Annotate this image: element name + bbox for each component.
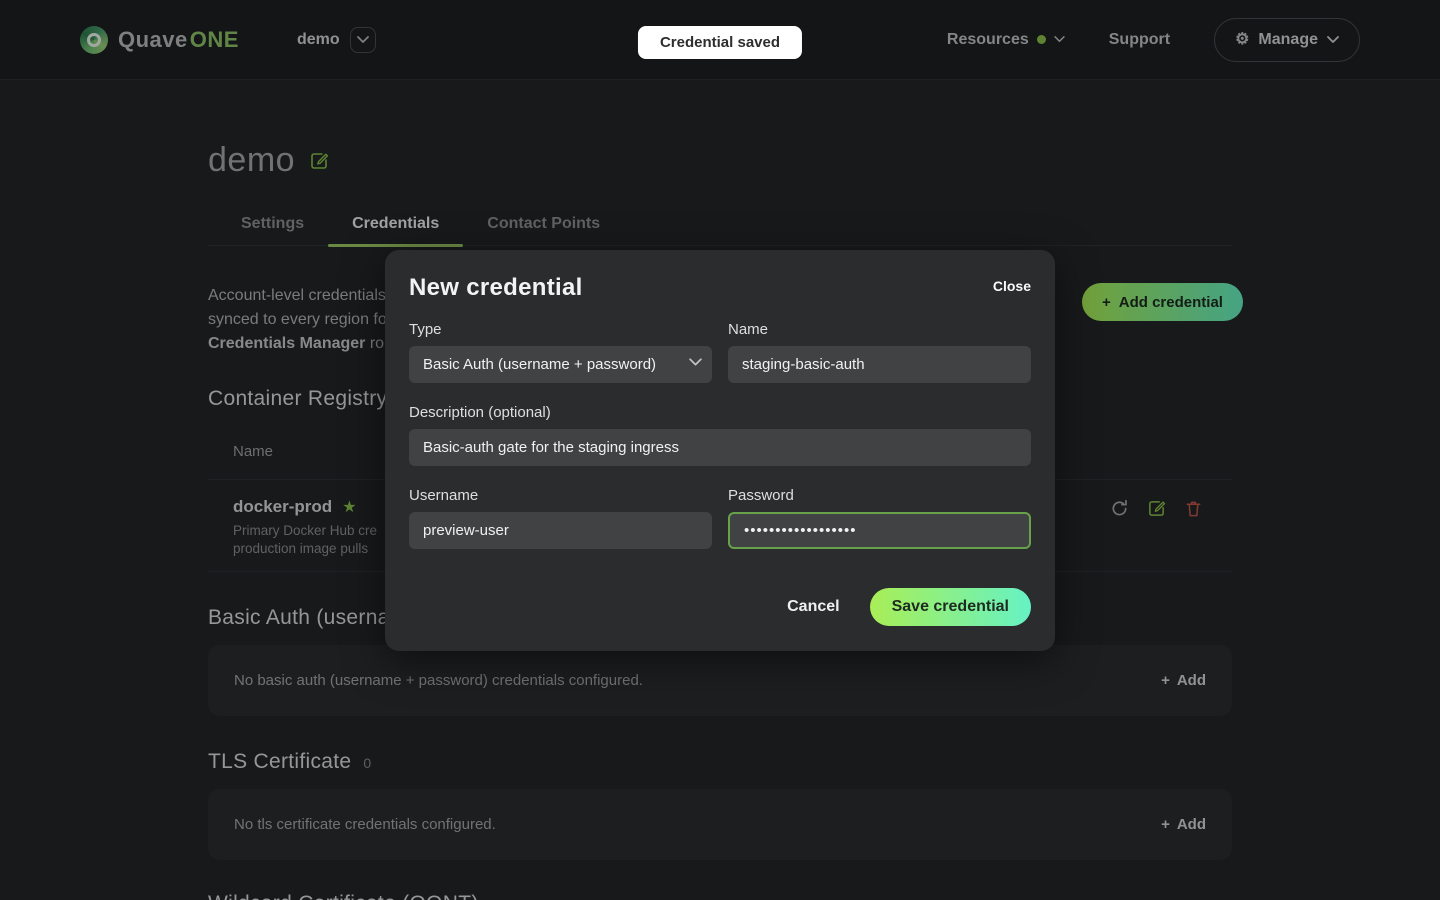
chevron-down-icon — [689, 358, 702, 367]
description-input[interactable] — [409, 429, 1031, 466]
new-credential-modal: New credential Close Type Basic Auth (us… — [385, 250, 1055, 651]
modal-title: New credential — [409, 274, 583, 302]
name-input[interactable] — [728, 346, 1031, 383]
cancel-button[interactable]: Cancel — [787, 598, 839, 616]
type-select[interactable]: Basic Auth (username + password) — [409, 346, 712, 383]
username-label: Username — [409, 487, 712, 504]
save-credential-button[interactable]: Save credential — [870, 588, 1031, 626]
toast-notification: Credential saved — [638, 26, 802, 59]
description-label: Description (optional) — [409, 404, 1031, 421]
password-label: Password — [728, 487, 1031, 504]
username-input[interactable] — [409, 512, 712, 549]
app-window: QuaveONE demo Resources Support ⚙ — [0, 0, 1440, 900]
password-input[interactable] — [728, 512, 1031, 549]
name-label: Name — [728, 321, 1031, 338]
type-label: Type — [409, 321, 712, 338]
close-button[interactable]: Close — [993, 278, 1031, 294]
